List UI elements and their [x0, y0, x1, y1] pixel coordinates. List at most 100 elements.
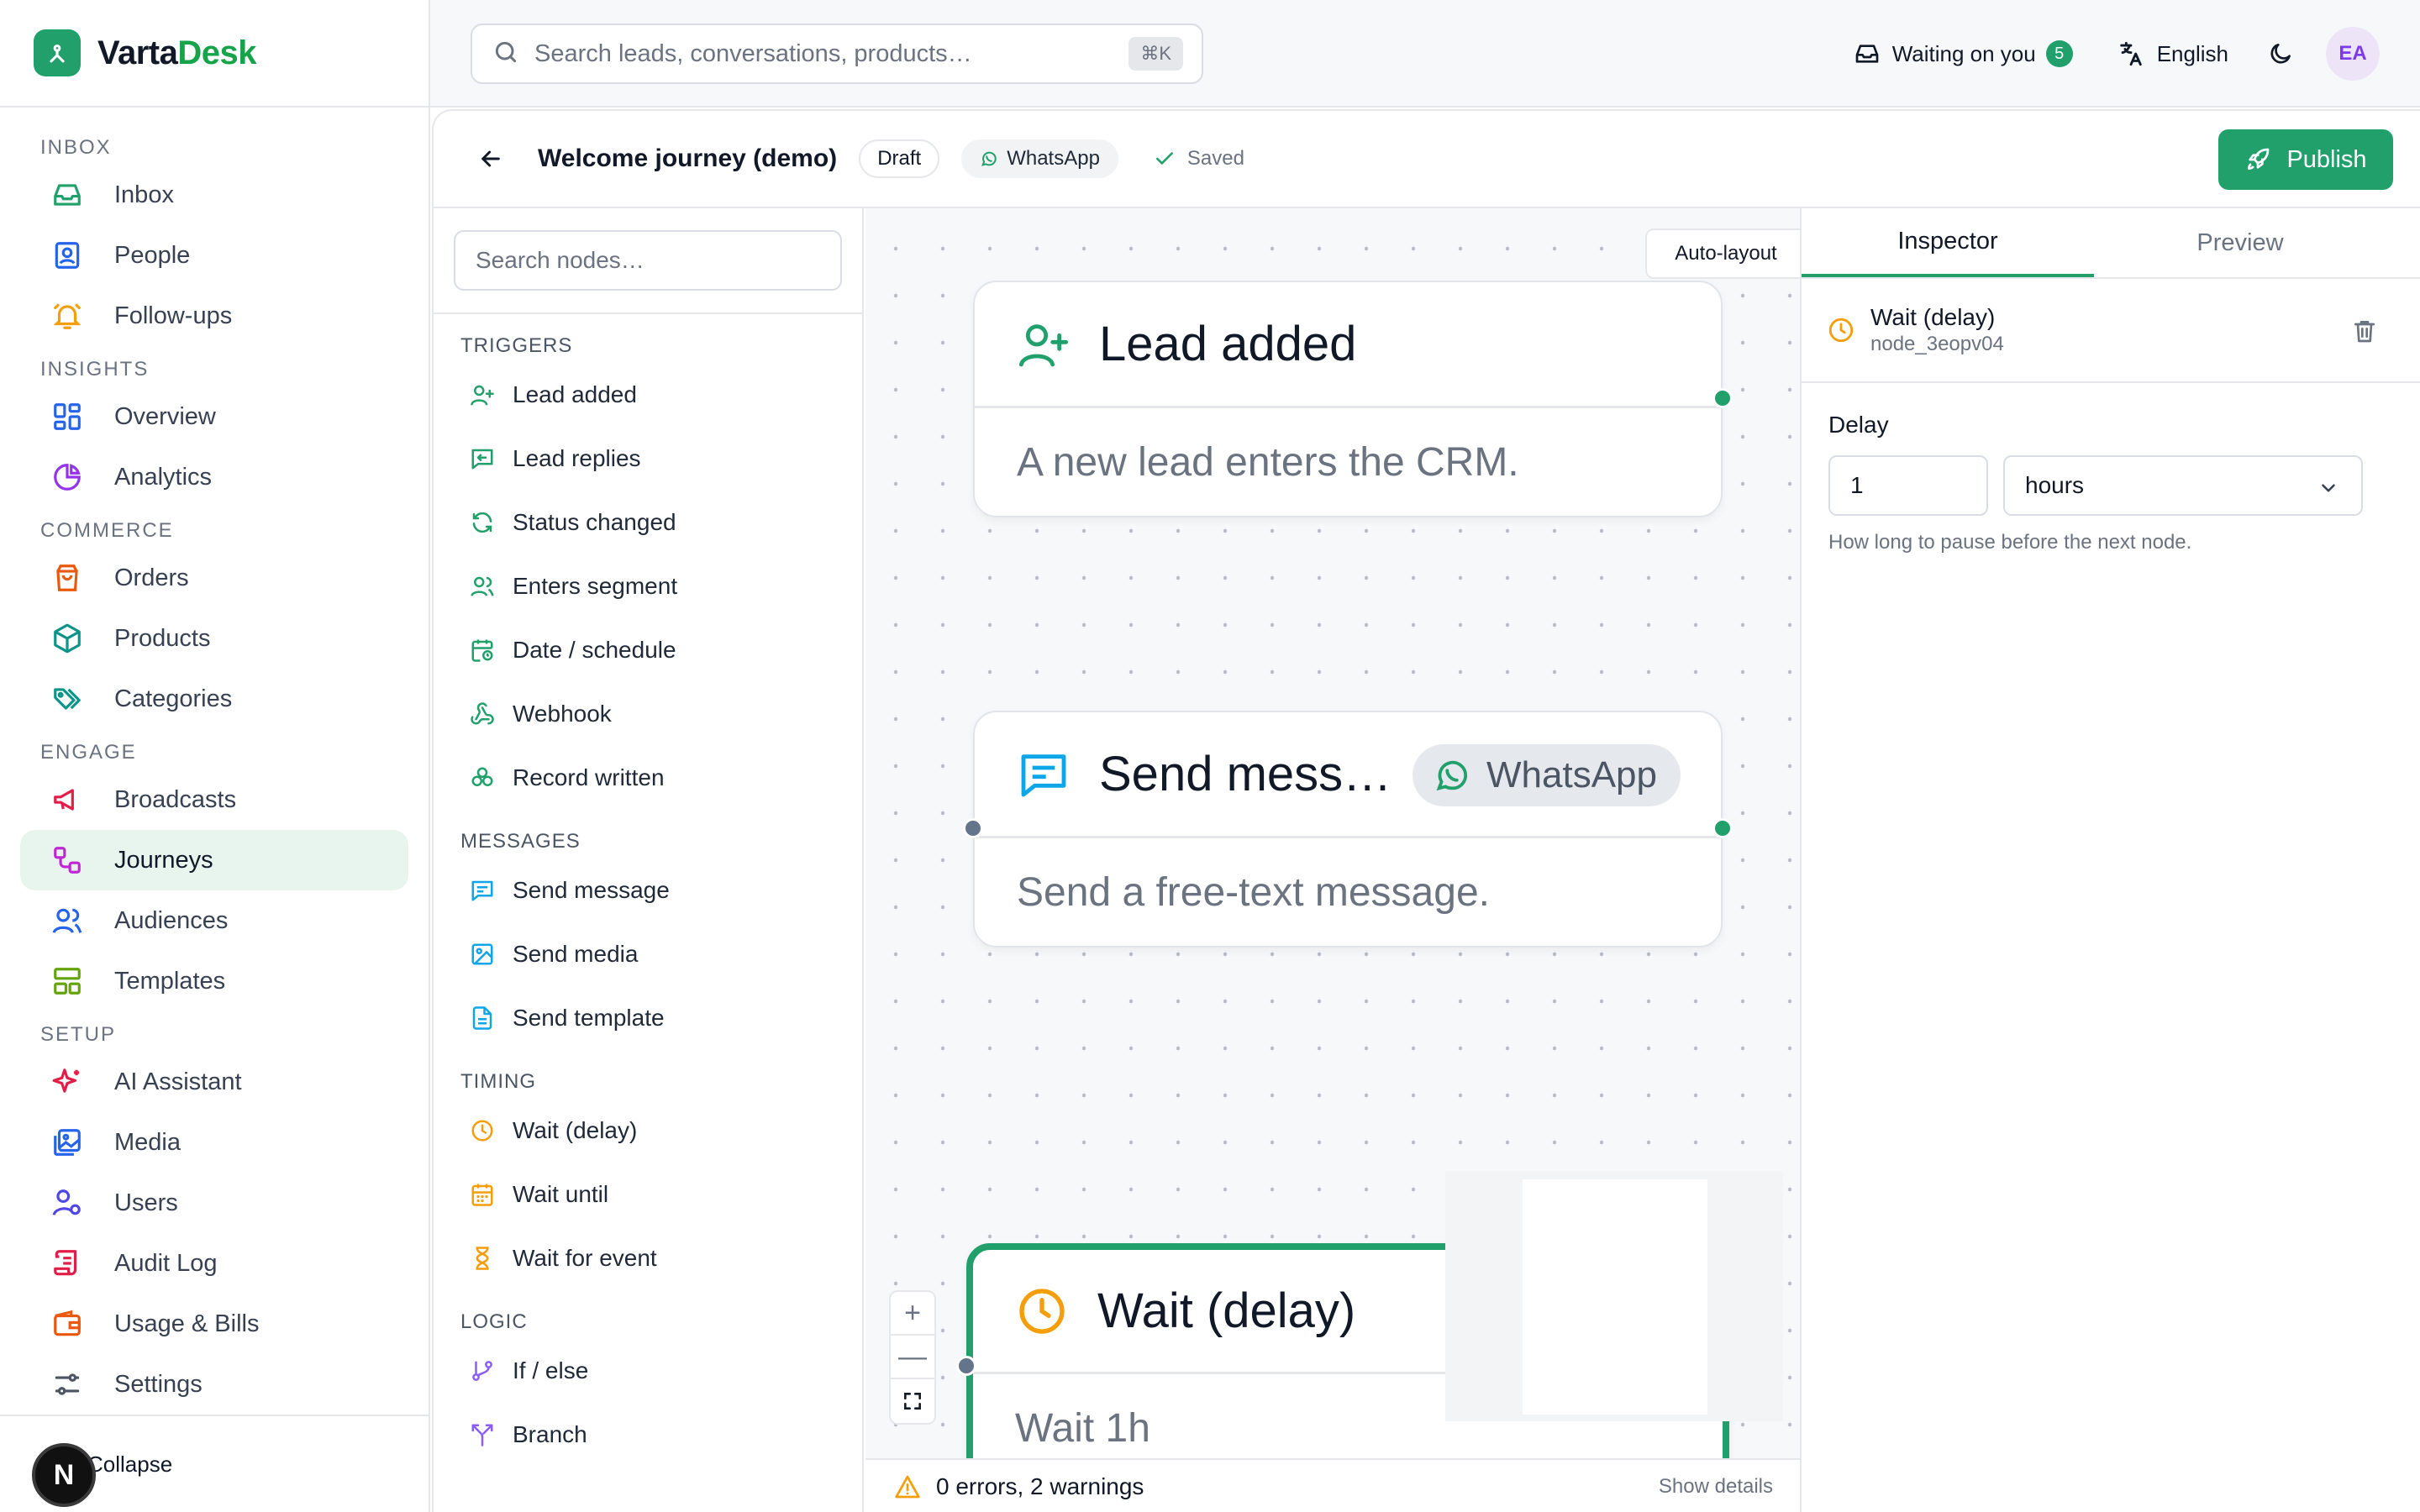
inbox-icon — [1854, 40, 1881, 67]
zoom-in-button[interactable]: + — [891, 1292, 934, 1336]
palette-item-label: Enters segment — [513, 573, 678, 599]
sidebar-item-orders[interactable]: Orders — [20, 548, 408, 608]
whatsapp-icon — [980, 150, 998, 168]
node-title: Lead added — [1099, 317, 1357, 371]
palette-item-send-message[interactable]: Send message — [434, 858, 862, 922]
sparkles-icon — [50, 1065, 84, 1099]
node-output-handle[interactable] — [1712, 818, 1733, 838]
user-plus-icon — [469, 381, 496, 408]
auto-layout-button[interactable]: Auto-layout — [1645, 228, 1800, 279]
pie-chart-icon — [50, 460, 84, 494]
topbar: Search leads, conversations, products… ⌘… — [430, 0, 2420, 108]
calendar-clock-icon — [469, 637, 496, 664]
node-channel-badge: WhatsApp — [1413, 744, 1681, 806]
palette-item-send-template[interactable]: Send template — [434, 986, 862, 1050]
sidebar-item-follow-ups[interactable]: Follow-ups — [20, 286, 408, 346]
show-details-link[interactable]: Show details — [1659, 1475, 1773, 1499]
sidebar-item-media[interactable]: Media — [20, 1112, 408, 1173]
validation-summary: 0 errors, 2 warnings — [936, 1473, 1144, 1499]
palette-item-enters-segment[interactable]: Enters segment — [434, 554, 862, 618]
sidebar-item-settings[interactable]: Settings — [20, 1354, 408, 1415]
palette-item-if-else[interactable]: If / else — [434, 1339, 862, 1403]
sidebar-item-people[interactable]: People — [20, 225, 408, 286]
collapse-button[interactable]: N Collapse — [0, 1415, 429, 1512]
database-icon — [469, 764, 496, 791]
delay-label: Delay — [1828, 412, 1889, 438]
palette-item-label: Lead replies — [513, 445, 641, 471]
sidebar-item-audit-log[interactable]: Audit Log — [20, 1233, 408, 1294]
palette-item-send-media[interactable]: Send media — [434, 922, 862, 986]
sidebar-item-label: Settings — [114, 1370, 203, 1398]
sidebar-item-broadcasts[interactable]: Broadcasts — [20, 769, 408, 830]
journey-header: Welcome journey (demo) Draft WhatsApp Sa… — [434, 111, 2420, 208]
sidebar-item-label: People — [114, 241, 191, 269]
palette-item-wait-for-event[interactable]: Wait for event — [434, 1226, 862, 1290]
trash-icon[interactable] — [2351, 318, 2378, 349]
sidebar-item-products[interactable]: Products — [20, 608, 408, 669]
palette-item-label: Branch — [513, 1421, 587, 1447]
journey-canvas[interactable]: Auto-layout Lead added A new lead enters… — [865, 208, 1800, 1458]
warning-icon — [895, 1475, 920, 1499]
delay-amount-input[interactable]: 1 — [1828, 455, 1988, 516]
sidebar-item-label: Products — [114, 624, 211, 652]
node-search-input[interactable]: Search nodes… — [454, 230, 842, 291]
palette-item-webhook[interactable]: Webhook — [434, 682, 862, 746]
sidebar-item-analytics[interactable]: Analytics — [20, 447, 408, 507]
language-switcher[interactable]: English — [2117, 39, 2228, 68]
inbox-icon — [50, 178, 84, 212]
palette-item-label: Wait until — [513, 1181, 609, 1207]
search-placeholder: Search leads, conversations, products… — [534, 39, 972, 67]
journey-title[interactable]: Welcome journey (demo) — [538, 144, 837, 173]
palette-item-record-written[interactable]: Record written — [434, 746, 862, 810]
global-search-input[interactable]: Search leads, conversations, products… ⌘… — [471, 24, 1203, 84]
hourglass-icon — [469, 1245, 496, 1272]
sidebar-item-templates[interactable]: Templates — [20, 951, 408, 1011]
dev-badge[interactable]: N — [32, 1443, 96, 1507]
palette-item-wait-delay[interactable]: Wait (delay) — [434, 1099, 862, 1163]
sidebar-item-users[interactable]: Users — [20, 1173, 408, 1233]
workflow-icon — [50, 843, 84, 877]
node-channel-label: WhatsApp — [1486, 754, 1657, 795]
selected-node-names: Wait (delay) node_3eopv04 — [1870, 304, 2004, 356]
waiting-on-you-button[interactable]: Waiting on you 5 — [1854, 40, 2073, 67]
journey-node-send-message[interactable]: Send mess… WhatsApp Send a free-text mes… — [963, 711, 1733, 948]
palette-item-label: Send message — [513, 877, 670, 903]
sidebar-item-ai-assistant[interactable]: AI Assistant — [20, 1052, 408, 1112]
sidebar-item-categories[interactable]: Categories — [20, 669, 408, 729]
node-input-handle[interactable] — [956, 1356, 976, 1376]
image-icon — [50, 1126, 84, 1159]
journey-node-lead-added[interactable]: Lead added A new lead enters the CRM. — [973, 281, 1733, 517]
layout-icon — [50, 964, 84, 998]
palette-item-date-schedule[interactable]: Date / schedule — [434, 618, 862, 682]
palette-item-branch[interactable]: Branch — [434, 1403, 862, 1467]
git-branch-icon — [469, 1357, 496, 1384]
sidebar-item-label: Usage & Bills — [114, 1310, 260, 1337]
sidebar-item-overview[interactable]: Overview — [20, 386, 408, 447]
node-input-handle[interactable] — [963, 818, 983, 838]
node-output-handle[interactable] — [1712, 388, 1733, 408]
palette-item-status-changed[interactable]: Status changed — [434, 491, 862, 554]
scroll-icon — [50, 1247, 84, 1280]
fit-view-button[interactable] — [891, 1379, 934, 1423]
brand[interactable]: VartaDesk — [0, 0, 429, 108]
avatar[interactable]: EA — [2326, 27, 2380, 81]
delay-unit-select[interactable]: hours — [2003, 455, 2363, 516]
sidebar-item-usage-bills[interactable]: Usage & Bills — [20, 1294, 408, 1354]
palette-item-lead-replies[interactable]: Lead replies — [434, 427, 862, 491]
tab-preview[interactable]: Preview — [2094, 208, 2386, 277]
sidebar-item-journeys[interactable]: Journeys — [20, 830, 408, 890]
palette-item-lead-added[interactable]: Lead added — [434, 363, 862, 427]
validation-status-bar: 0 errors, 2 warnings Show details — [865, 1458, 1800, 1512]
webhook-icon — [469, 701, 496, 727]
sidebar-item-label: Follow-ups — [114, 302, 233, 329]
publish-button[interactable]: Publish — [2218, 129, 2393, 190]
theme-toggle[interactable] — [2267, 40, 2294, 67]
back-arrow-icon[interactable] — [477, 145, 504, 172]
sidebar-item-inbox[interactable]: Inbox — [20, 165, 408, 225]
tab-inspector[interactable]: Inspector — [1802, 208, 2094, 277]
sidebar-item-audiences[interactable]: Audiences — [20, 890, 408, 951]
nav-section-title: ENGAGE — [40, 741, 137, 764]
zoom-out-button[interactable]: — — [891, 1336, 934, 1379]
palette-item-wait-until[interactable]: Wait until — [434, 1163, 862, 1226]
sidebar-item-label: Audit Log — [114, 1249, 218, 1277]
